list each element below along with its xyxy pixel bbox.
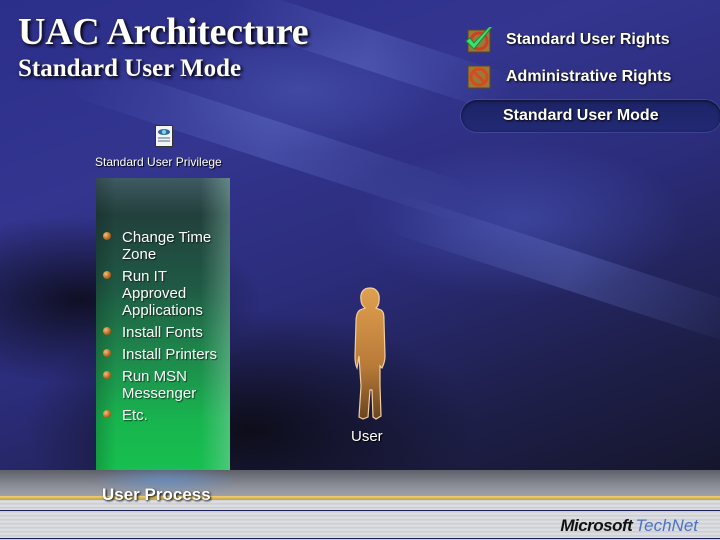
legend-item-administrative-rights: Administrative Rights [464,64,671,90]
bullet-icon [103,371,111,379]
bullet-icon [103,410,111,418]
user-process-label: User Process [102,485,211,504]
list-item: Change Time Zone [103,229,228,263]
legend-item-standard-user-rights: Standard User Rights [464,25,670,53]
brand-logo: Microsoft TechNet [560,516,698,536]
prohibited-icon [464,64,491,90]
legend-label: Administrative Rights [506,68,672,85]
bullet-icon [103,327,111,335]
bullet-icon [103,232,111,240]
slide-title: UAC Architecture [18,11,309,53]
list-item: Install Printers [103,346,228,363]
legend-label: Standard User Rights [506,31,670,48]
footer-divider [0,538,720,539]
user-label: User [351,428,383,445]
brand-microsoft: Microsoft [560,516,633,535]
bullet-icon [103,271,111,279]
bullet-icon [103,349,111,357]
user-silhouette-icon [350,286,390,421]
checkmark-icon [464,25,493,53]
privilege-list: Change Time Zone Run IT Approved Applica… [103,229,228,429]
mode-label: Standard User Mode [503,107,659,124]
footer-divider [0,510,720,511]
brand-technet: TechNet [635,516,698,535]
document-icon [155,125,173,147]
list-item: Etc. [103,407,228,424]
slide-subtitle: Standard User Mode [18,55,242,82]
list-item: Install Fonts [103,324,228,341]
mode-indicator: Standard User Mode [461,100,720,132]
list-item: Run IT Approved Applications [103,268,228,319]
privilege-label: Standard User Privilege [95,155,222,169]
list-item: Run MSN Messenger [103,368,228,402]
